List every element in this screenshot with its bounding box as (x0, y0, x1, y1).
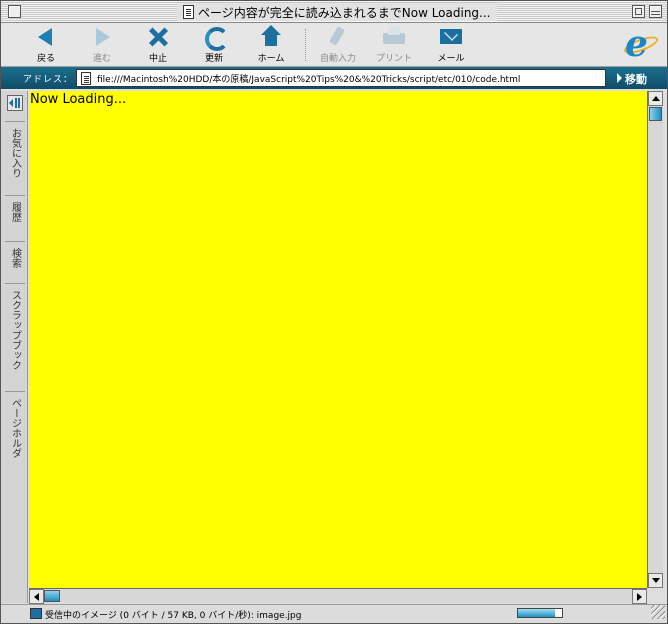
autofill-button-label: 自動入力 (319, 54, 356, 64)
back-button[interactable]: 戻る (18, 25, 74, 65)
internet-explorer-logo-icon[interactable]: e (622, 25, 660, 63)
mail-icon (437, 25, 465, 49)
tab-page-holder[interactable]: ページホルダ (5, 391, 25, 471)
tab-scrapbook-label: スクラップブック (9, 290, 21, 370)
download-progress-bar (517, 608, 563, 618)
address-field[interactable]: file:///Macintosh%20HDD/本の原稿/JavaScript%… (76, 69, 606, 87)
tab-scrapbook[interactable]: スクラップブック (5, 283, 25, 383)
go-arrow-icon (617, 73, 622, 83)
forward-button[interactable]: 進む (74, 25, 130, 65)
scroll-down-arrow-icon[interactable] (648, 573, 663, 588)
security-zone-icon (30, 608, 42, 619)
stop-x-icon (144, 25, 172, 49)
vertical-scroll-thumb[interactable] (649, 107, 662, 121)
vertical-scrollbar[interactable] (647, 91, 663, 588)
print-button-label: プリント (375, 54, 412, 64)
stop-button-label: 中止 (148, 54, 167, 64)
autofill-button[interactable]: 自動入力 (310, 25, 366, 65)
autofill-pen-icon (324, 25, 352, 49)
status-text: 受信中のイメージ (0 バイト / 57 KB, 0 バイト/秒): image… (45, 611, 302, 621)
forward-button-label: 進む (92, 54, 111, 64)
mail-button-label: メール (437, 54, 465, 64)
tab-search-label: 検索 (9, 248, 21, 268)
home-button[interactable]: ホーム (243, 25, 299, 65)
loading-text: Now Loading... (30, 92, 127, 107)
home-icon (257, 25, 285, 49)
document-icon (183, 5, 194, 19)
page-content[interactable]: Now Loading... (29, 91, 647, 588)
back-arrow-icon (32, 25, 60, 49)
address-label: アドレス： (23, 75, 74, 85)
toolbar-separator (305, 29, 306, 61)
go-button[interactable]: 移動 (617, 71, 647, 87)
tab-favorites-label: お気に入り (9, 128, 21, 178)
forward-arrow-icon (88, 25, 116, 49)
resize-grip-icon[interactable] (651, 605, 665, 619)
mail-button[interactable]: メール (423, 25, 479, 65)
scroll-left-arrow-icon[interactable] (29, 589, 44, 604)
title-bar[interactable]: ページ内容が完全に読み込まれるまでNow Loading... (1, 1, 667, 23)
back-button-label: 戻る (36, 54, 55, 64)
tab-page-holder-label: ページホルダ (9, 398, 21, 458)
scroll-right-arrow-icon[interactable] (632, 589, 647, 604)
tab-favorites[interactable]: お気に入り (5, 121, 25, 185)
zoom-box[interactable] (632, 5, 645, 18)
tab-search[interactable]: 検索 (5, 241, 25, 277)
refresh-button[interactable]: 更新 (186, 25, 242, 65)
address-url[interactable]: file:///Macintosh%20HDD/本の原稿/JavaScript%… (97, 72, 520, 85)
close-box[interactable] (8, 5, 21, 18)
printer-icon (380, 25, 408, 49)
refresh-icon (200, 25, 229, 51)
collapse-box[interactable] (649, 5, 662, 18)
print-button[interactable]: プリント (366, 25, 422, 65)
toolbar: 戻る 進む 中止 更新 ホーム 自動入力 プリント メール (1, 23, 667, 67)
status-bar: 受信中のイメージ (0 バイト / 57 KB, 0 バイト/秒): image… (1, 604, 667, 623)
page-document-icon[interactable] (81, 71, 91, 85)
address-bar: アドレス： file:///Macintosh%20HDD/本の原稿/JavaS… (1, 67, 667, 89)
window-title-text: ページ内容が完全に読み込まれるまでNow Loading... (198, 5, 491, 20)
go-button-label: 移動 (625, 73, 647, 86)
window-title: ページ内容が完全に読み込まれるまでNow Loading... (177, 3, 497, 21)
stop-button[interactable]: 中止 (130, 25, 186, 65)
browser-window: ページ内容が完全に読み込まれるまでNow Loading... 戻る 進む 中止… (0, 0, 668, 624)
download-progress-fill (518, 609, 556, 617)
refresh-button-label: 更新 (204, 54, 223, 64)
tab-history[interactable]: 履歴 (5, 195, 25, 231)
horizontal-scroll-thumb[interactable] (44, 590, 60, 602)
scroll-up-arrow-icon[interactable] (648, 91, 663, 106)
home-button-label: ホーム (257, 54, 285, 64)
tab-history-label: 履歴 (9, 202, 21, 222)
explorer-bar-tabs: お気に入り 履歴 検索 スクラップブック ページホルダ (1, 91, 28, 603)
horizontal-scrollbar[interactable] (29, 588, 647, 604)
explorer-bar-toggle-icon[interactable] (7, 95, 23, 111)
